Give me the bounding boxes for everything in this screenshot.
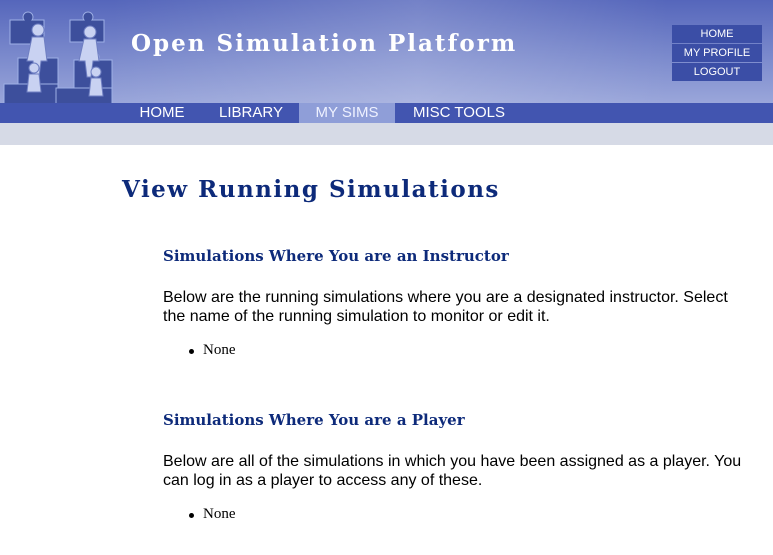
nav-item-home[interactable]: HOME: [129, 103, 195, 123]
player-section-text: Below are all of the simulations in whic…: [163, 453, 742, 489]
list-item: None: [189, 342, 236, 359]
list-item-label: None: [203, 342, 236, 358]
user-menu-home-link[interactable]: HOME: [672, 25, 762, 43]
user-menu-profile-link[interactable]: MY PROFILE: [672, 44, 762, 62]
page-title: View Running Simulations: [122, 176, 500, 203]
player-section-heading: Simulations Where You are a Player: [163, 411, 465, 429]
nav-item-my-sims[interactable]: MY SIMS: [299, 103, 395, 123]
player-sim-list: None: [189, 506, 236, 523]
instructor-sim-list: None: [189, 342, 236, 359]
list-item-label: None: [203, 506, 236, 522]
instructor-section-heading: Simulations Where You are an Instructor: [163, 247, 509, 265]
user-menu-logout-link[interactable]: LOGOUT: [672, 63, 762, 81]
bullet-icon: [189, 513, 194, 518]
bullet-icon: [189, 349, 194, 354]
user-menu: HOME MY PROFILE LOGOUT: [672, 25, 762, 82]
sub-nav-bar: [0, 123, 773, 145]
site-title: Open Simulation Platform: [131, 30, 518, 57]
instructor-section-text: Below are the running simulations where …: [163, 289, 728, 325]
main-nav: HOME LIBRARY MY SIMS MISC TOOLS: [0, 103, 773, 123]
nav-item-library[interactable]: LIBRARY: [207, 103, 295, 123]
nav-item-misc-tools[interactable]: MISC TOOLS: [399, 103, 519, 123]
list-item: None: [189, 506, 236, 523]
